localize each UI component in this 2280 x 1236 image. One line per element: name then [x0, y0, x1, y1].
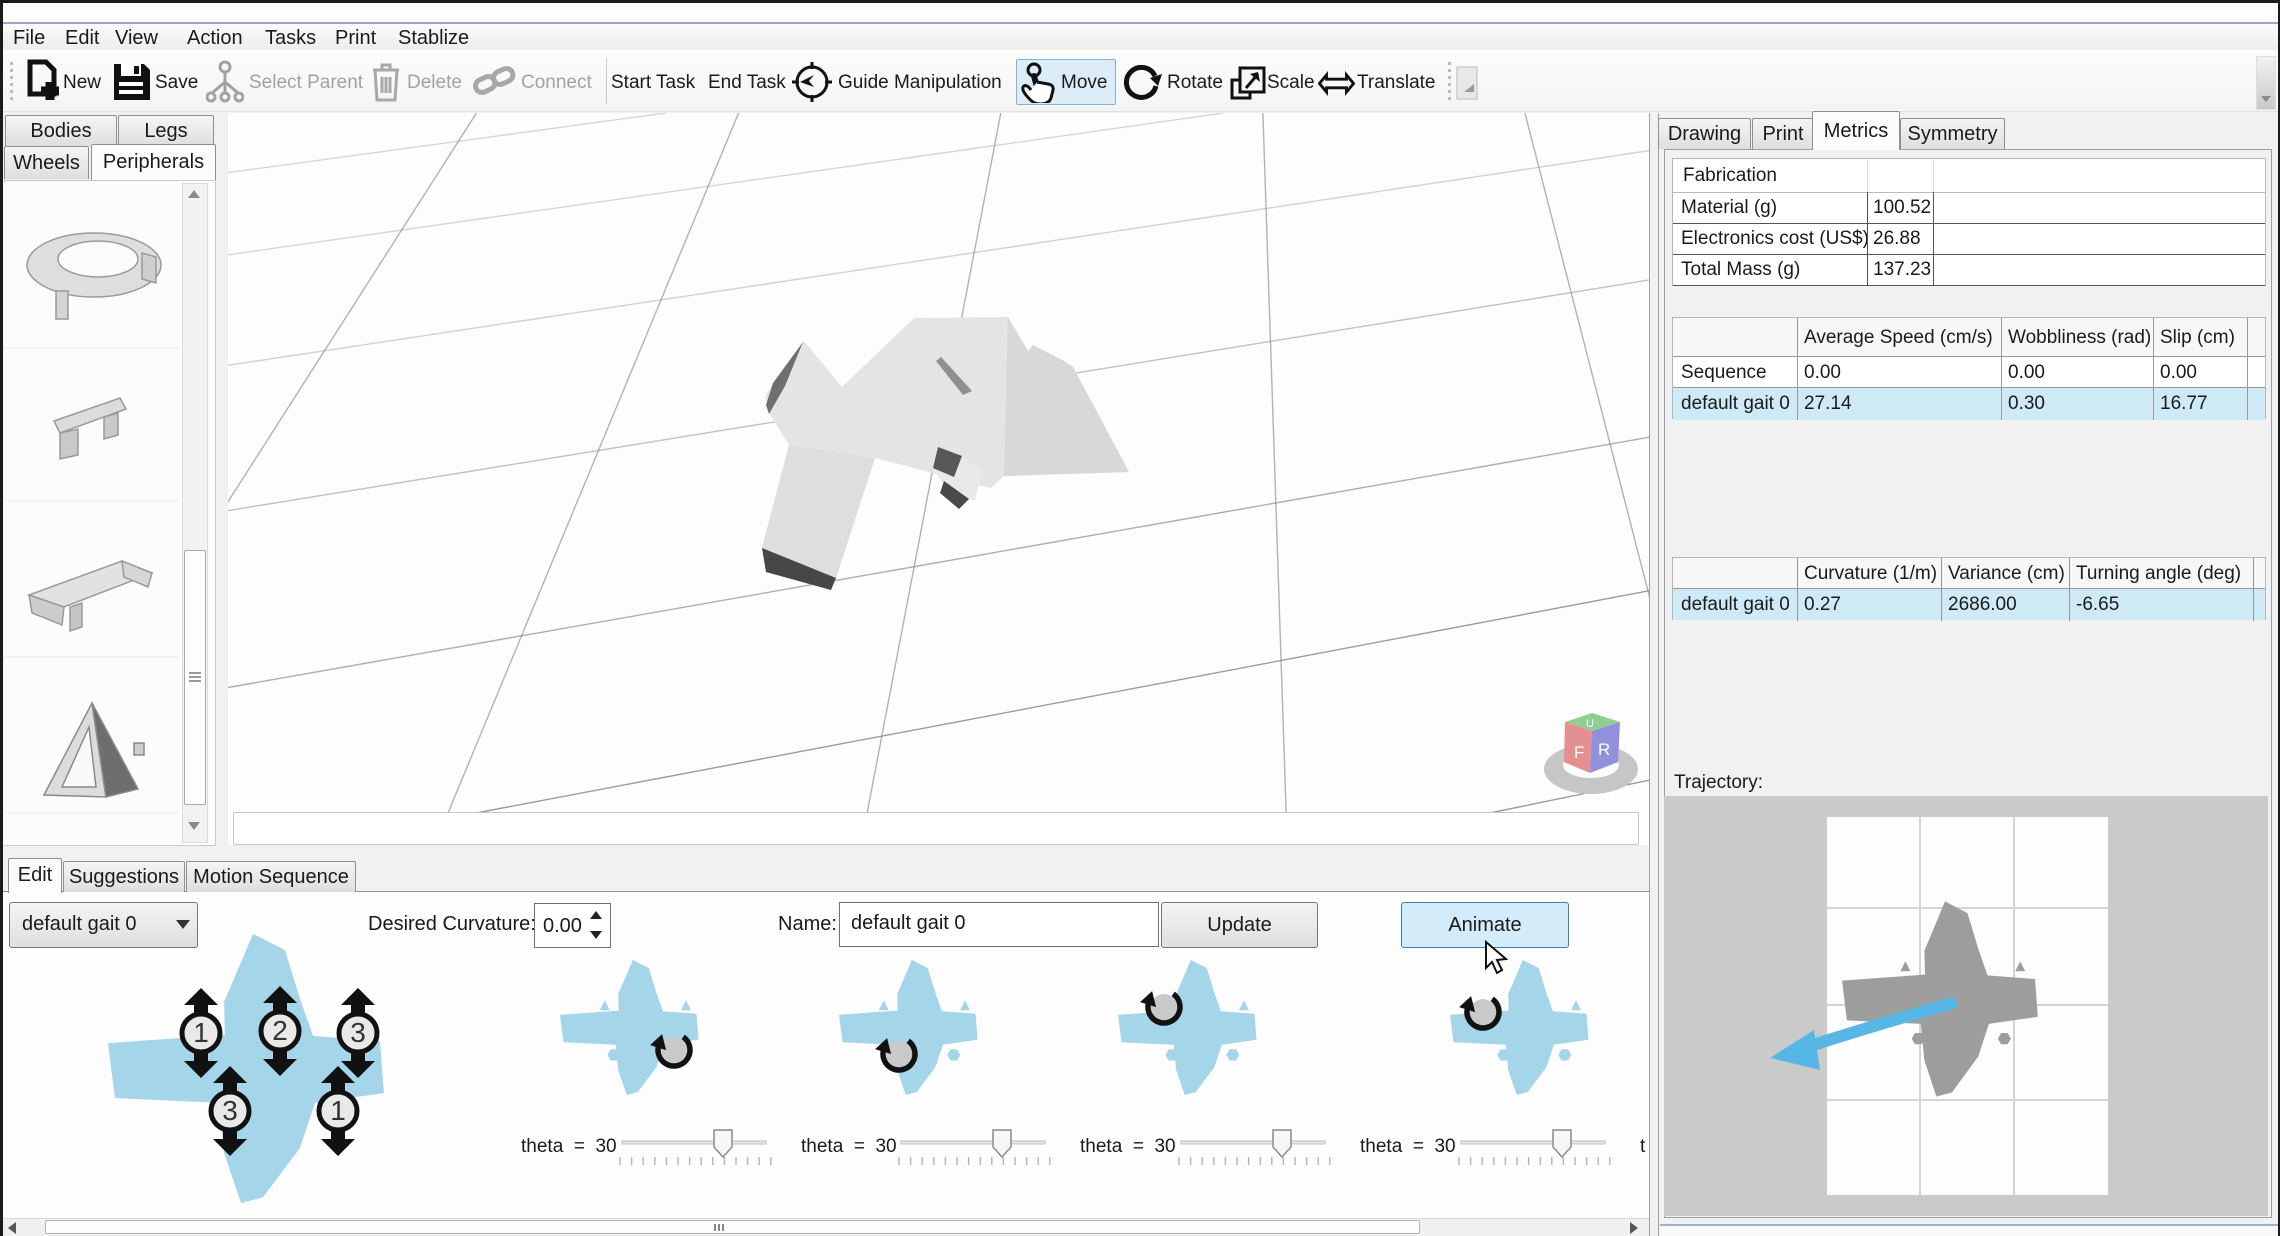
svg-text:2: 2: [272, 1015, 288, 1046]
svg-text:3: 3: [222, 1095, 238, 1126]
svg-text:1: 1: [193, 1017, 209, 1048]
svg-text:3: 3: [350, 1017, 366, 1048]
svg-text:R: R: [1598, 740, 1610, 759]
svg-text:F: F: [1574, 743, 1584, 762]
svg-text:U: U: [1586, 718, 1594, 730]
svg-text:1: 1: [330, 1095, 346, 1126]
